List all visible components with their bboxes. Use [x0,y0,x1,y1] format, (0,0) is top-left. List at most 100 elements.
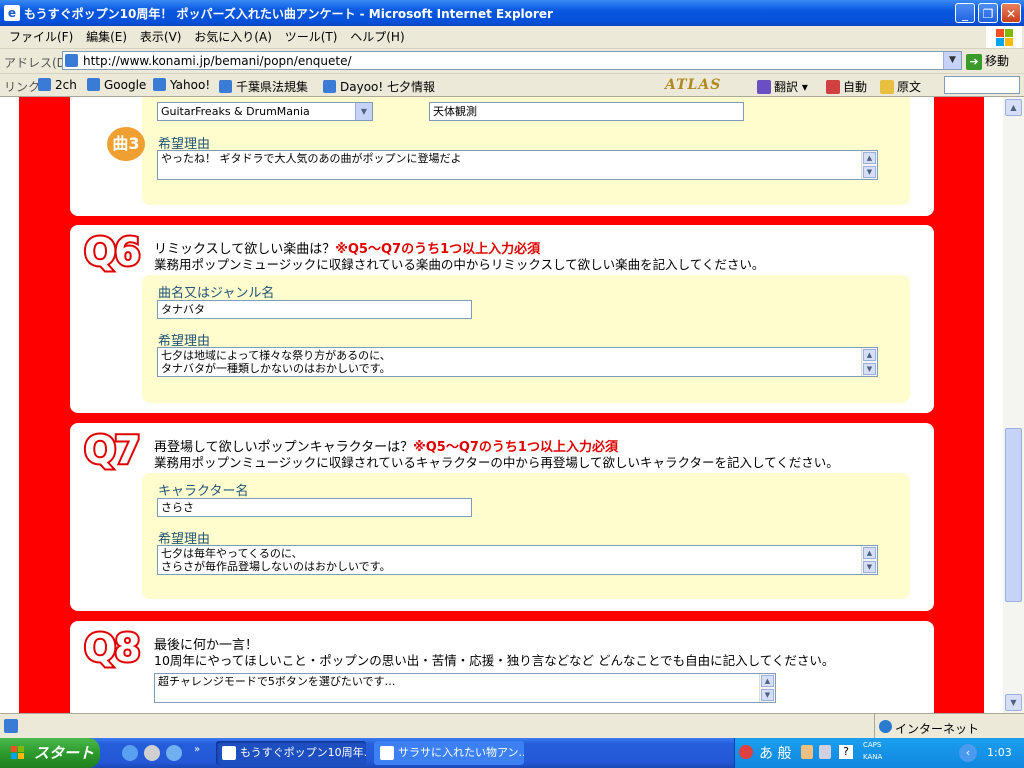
quicklaunch-more-icon[interactable]: » [194,744,200,755]
q7-name-input[interactable]: さらさ [157,498,472,517]
q5-genre-value: GuitarFreaks & DrumMania [161,105,310,118]
tray-ime-icon[interactable] [739,745,753,759]
windows-logo-icon [986,26,1022,48]
q6-icon: Q6 [82,228,143,276]
menu-file[interactable]: ファイル(F) [9,26,73,48]
link-google[interactable]: Google [87,78,146,92]
q8-icon: Q8 [82,624,143,672]
links-bar: リンク 2ch Google Yahoo! 千葉県法規集 Dayoo! 七夕情報… [0,74,1024,97]
tray-collapse-icon[interactable]: ‹ [959,744,977,762]
link-chiba-law[interactable]: 千葉県法規集 [219,78,308,95]
go-label: 移動 [985,54,1010,68]
page-scrollbar[interactable]: ▲ ▼ [1003,97,1024,713]
q8-comment-text: 超チャレンジモードで5ボタンを選びたいです… [158,675,396,688]
windows-flag-icon [11,746,24,759]
links-label: リンク [4,80,41,94]
q7-reason-textarea[interactable]: 七夕は毎年やってくるのに、 さらさが毎作品登場しないのはおかしいです。 ▲ ▼ [157,545,878,575]
page-content: GuitarFreaks & DrumMania ▼ 天体観測 曲3 希望理由 … [0,97,1003,713]
status-bar: インターネット [0,713,1024,739]
clock: 1:03 [987,746,1012,759]
textarea-scrollbar[interactable]: ▲ ▼ [861,546,877,574]
q5-reason-text: やったね！ ギタドラで大人気のあの曲がポップンに登場だよ [161,152,462,165]
textarea-scrollbar[interactable]: ▲ ▼ [861,151,877,179]
menu-help[interactable]: ヘルプ(H) [350,26,404,48]
q6-description: 業務用ポップンミュージックに収録されている楽曲の中からリミックスして欲しい楽曲を… [154,257,765,272]
auto-label: 自動 [843,80,868,94]
menu-tools[interactable]: ツール(T) [285,26,338,48]
q5-genre-select[interactable]: GuitarFreaks & DrumMania ▼ [157,102,373,121]
auto-icon [826,80,840,94]
translate-icon [757,80,771,94]
help-icon[interactable]: ? [839,745,853,759]
link-2ch[interactable]: 2ch [38,78,77,92]
q7-icon: Q7 [82,426,143,474]
auto-button[interactable]: 自動 [826,78,867,95]
q6-name-label: 曲名又はジャンル名 [158,286,275,301]
menu-edit[interactable]: 編集(E) [86,26,127,48]
go-arrow-icon: ➔ [966,53,982,70]
translate-button[interactable]: 翻訳 ▾ [757,78,808,95]
window-titlebar[interactable]: e もうすぐポップン10周年！ ポッパーズ入れたい曲アンケート - Micros… [0,0,1024,26]
taskbar: スタート » もうすぐポップン10周年... サラサに入れたい物アン... あ … [0,738,1024,768]
scroll-thumb[interactable] [1005,428,1022,602]
task-item-active[interactable]: もうすぐポップン10周年... [216,741,366,765]
start-label: スタート [34,744,95,762]
scroll-up-icon[interactable]: ▲ [1005,99,1022,116]
close-button[interactable]: ✕ [1001,3,1021,23]
window-title: もうすぐポップン10周年！ ポッパーズ入れたい曲アンケート - Microsof… [24,7,553,21]
textarea-scrollbar[interactable]: ▲ ▼ [861,348,877,376]
q7-reason-line1: 七夕は毎年やってくるのに、 [161,547,303,560]
kana-indicator: KANA [863,753,883,761]
q5-reason-textarea[interactable]: やったね！ ギタドラで大人気のあの曲がポップンに登場だよ ▲ ▼ [157,150,878,180]
q6-reason-line2: タナバタが一種類しかないのはおかしいです。 [161,362,391,375]
menu-favorites[interactable]: お気に入り(A) [194,26,272,48]
quicklaunch-browser-icon[interactable] [166,745,182,761]
q8-description: 10周年にやってほしいこと・ポップンの思い出・苦情・応援・独り言などなど どんな… [154,653,835,668]
textarea-scrollbar[interactable]: ▲ ▼ [759,674,775,702]
toolbar-search-input[interactable] [944,76,1020,94]
kyoku3-badge: 曲3 [107,127,145,161]
page-status-icon [4,719,18,733]
tray-icon-2[interactable] [819,745,831,759]
go-button[interactable]: ➔ 移動 [966,52,1009,70]
q6-reason-textarea[interactable]: 七夕は地域によって様々な祭り方があるのに、 タナバタが一種類しかないのはおかしい… [157,347,878,377]
ime-mode[interactable]: あ 般 [759,743,791,763]
tray-icon-1[interactable] [801,745,813,759]
scroll-down-icon[interactable]: ▼ [1005,694,1022,711]
quicklaunch-ie-icon[interactable] [122,745,138,761]
menu-view[interactable]: 表示(V) [140,26,182,48]
address-input[interactable]: http://www.konami.jp/bemani/popn/enquete… [62,51,962,70]
menu-bar: ファイル(F) 編集(E) 表示(V) お気に入り(A) ツール(T) ヘルプ(… [0,26,1024,49]
original-icon [880,80,894,94]
link-dayoo[interactable]: Dayoo! 七夕情報 [323,78,435,95]
q8-comment-textarea[interactable]: 超チャレンジモードで5ボタンを選びたいです… ▲ ▼ [154,673,776,703]
task-item[interactable]: サラサに入れたい物アン... [374,741,524,765]
q7-description: 業務用ポップンミュージックに収録されているキャラクターの中から再登場して欲しいキ… [154,455,839,470]
globe-icon [879,720,892,733]
q6-reason-line1: 七夕は地域によって様々な祭り方があるのに、 [161,349,391,362]
quicklaunch-media-icon[interactable] [144,745,160,761]
q7-reason-line2: さらさが毎作品登場しないのはおかしいです。 [161,560,391,573]
original-button[interactable]: 原文 [880,78,921,95]
maximize-button[interactable]: ❐ [978,3,998,23]
q6-name-input[interactable]: タナバタ [157,300,472,319]
ie-icon: e [4,5,20,21]
system-tray: あ 般 ? CAPS KANA ‹ 1:03 [734,738,1024,768]
q7-name-label: キャラクター名 [158,484,249,499]
link-yahoo[interactable]: Yahoo! [153,78,210,92]
address-url[interactable]: http://www.konami.jp/bemani/popn/enquete… [83,54,352,68]
address-dropdown-icon[interactable]: ▼ [943,52,961,69]
q7-panel [142,473,910,599]
select-dropdown-icon[interactable]: ▼ [355,103,372,120]
atlas-logo: ATLAS [665,77,722,93]
security-zone: インターネット [874,714,1024,739]
zone-label: インターネット [895,722,980,736]
page-icon [65,54,78,67]
q5-song-input[interactable]: 天体観測 [429,102,744,121]
original-label: 原文 [897,80,922,94]
address-label: アドレス(D) [4,56,71,70]
minimize-button[interactable]: _ [955,3,975,23]
translate-label: 翻訳 [774,80,799,94]
start-button[interactable]: スタート [0,738,100,768]
caps-indicator: CAPS [863,741,882,749]
